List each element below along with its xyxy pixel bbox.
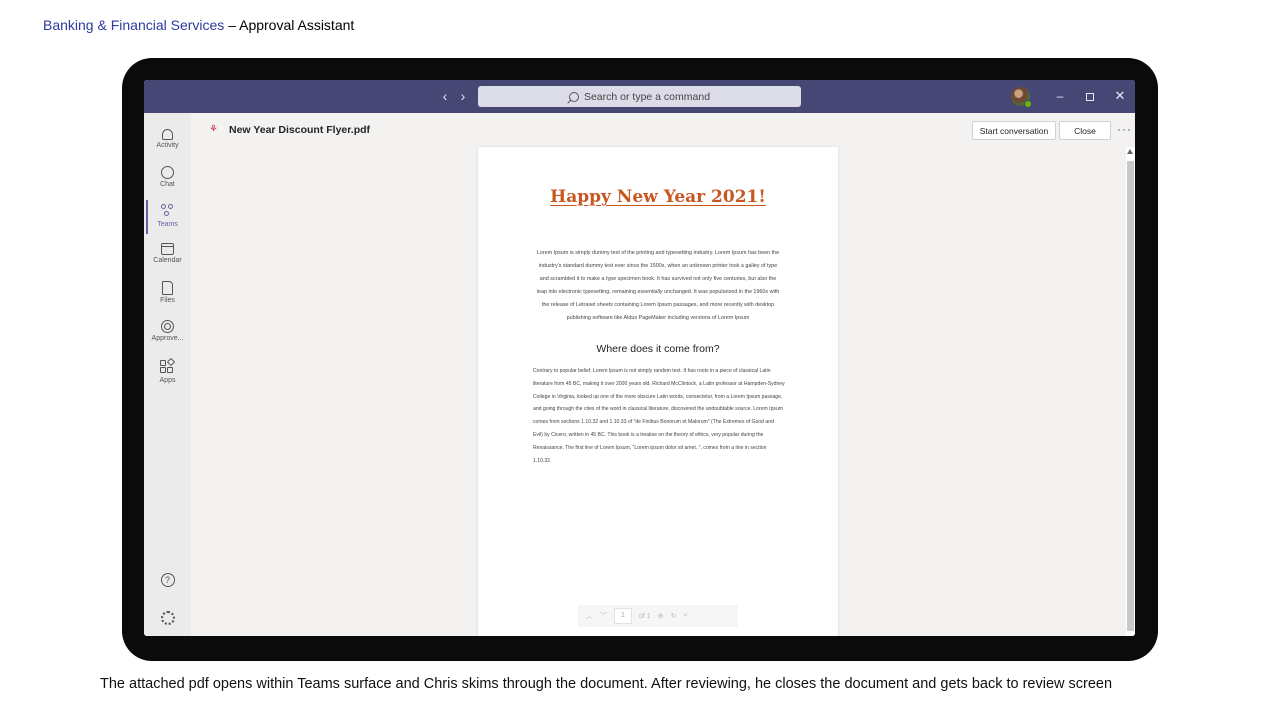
back-arrow-icon[interactable]: ‹	[440, 88, 450, 104]
avatar[interactable]	[1011, 87, 1032, 108]
pdf-heading-2: Where does it come from?	[596, 343, 720, 355]
help-icon: ?	[160, 573, 175, 587]
page-number-input[interactable]: 1	[614, 608, 632, 624]
forward-arrow-icon[interactable]: ›	[458, 88, 468, 104]
rail-item-files[interactable]: Files	[144, 275, 191, 313]
pdf-paragraph-2: Contrary to popular belief, Lorem Ipsum …	[533, 368, 785, 464]
slide-caption: The attached pdf opens within Teams surf…	[100, 676, 1113, 692]
page-total: of 1	[639, 612, 651, 620]
search-input[interactable]: Search or type a command	[478, 86, 801, 107]
close-button[interactable]: Close	[1059, 121, 1111, 140]
chat-icon	[161, 166, 174, 179]
presence-status-icon	[1024, 100, 1032, 108]
start-conversation-button[interactable]: Start conversation	[972, 121, 1056, 140]
pdf-paragraph-1: Lorem Ipsum is simply dummy text of the …	[536, 250, 780, 321]
maximize-button[interactable]	[1083, 88, 1097, 104]
settings-button[interactable]	[144, 605, 191, 636]
calendar-icon	[161, 243, 174, 255]
file-icon	[162, 281, 173, 295]
history-nav: ‹ ›	[440, 88, 468, 104]
rail-item-approvals[interactable]: Approve...	[144, 314, 191, 352]
search-placeholder: Search or type a command	[583, 90, 711, 103]
teams-window: ‹ › Search or type a command – ✕ Activit…	[144, 80, 1135, 636]
rail-item-label: Apps	[159, 377, 176, 384]
pdf-page-toolbar: ︿ ﹀ 1 of 1 ⊕ ↻ ⌕	[578, 605, 738, 627]
app-rail: Activity Chat Teams Calendar Files Appro…	[144, 113, 191, 636]
slide-title-rest: – Approval Assistant	[224, 17, 355, 33]
help-button[interactable]: ?	[144, 567, 191, 605]
rail-item-chat[interactable]: Chat	[144, 160, 191, 198]
teams-icon	[160, 204, 175, 219]
rail-item-apps[interactable]: Apps	[144, 354, 191, 392]
file-name: New Year Discount Flyer.pdf	[229, 124, 371, 136]
rail-item-label: Calendar	[153, 257, 182, 264]
scroll-up-icon[interactable]	[1127, 149, 1133, 154]
window-close-button[interactable]: ✕	[1113, 88, 1127, 104]
pdf-page: Happy New Year 2021! Lorem Ipsum is simp…	[478, 147, 838, 636]
search-icon	[568, 91, 579, 102]
vertical-scrollbar[interactable]	[1126, 147, 1135, 636]
rail-item-calendar[interactable]: Calendar	[144, 237, 191, 275]
teams-titlebar: ‹ › Search or type a command – ✕	[144, 80, 1135, 113]
slide-title: Banking & Financial Services – Approval …	[43, 17, 354, 33]
zoom-icon[interactable]: ⊕	[658, 612, 664, 620]
page-up-icon[interactable]: ︿	[586, 611, 593, 621]
file-header: ⚘ New Year Discount Flyer.pdf Start conv…	[191, 113, 1135, 147]
apps-icon	[160, 357, 176, 375]
rail-item-activity[interactable]: Activity	[144, 121, 191, 159]
find-icon[interactable]: ⌕	[683, 612, 687, 620]
pdf-viewer[interactable]: Happy New Year 2021! Lorem Ipsum is simp…	[191, 147, 1135, 636]
rail-item-teams[interactable]: Teams	[144, 198, 191, 236]
slide-title-accent: Banking & Financial Services	[43, 17, 225, 33]
slide: Banking & Financial Services – Approval …	[0, 0, 1280, 720]
rail-item-label: Approve...	[151, 335, 184, 342]
rail-item-label: Activity	[156, 142, 179, 149]
rail-item-label: Chat	[160, 181, 175, 188]
minimize-button[interactable]: –	[1053, 88, 1067, 104]
bell-icon	[162, 129, 173, 140]
page-down-icon[interactable]: ﹀	[600, 611, 607, 621]
rail-item-label: Files	[160, 297, 175, 304]
pdf-file-icon: ⚘	[209, 124, 218, 135]
scrollbar-thumb[interactable]	[1127, 161, 1134, 631]
more-options-icon[interactable]: ···	[1117, 122, 1132, 136]
rotate-icon[interactable]: ↻	[671, 612, 677, 620]
tablet-frame: ‹ › Search or type a command – ✕ Activit…	[122, 58, 1158, 661]
flyer-title: Happy New Year 2021!	[550, 187, 766, 207]
rail-item-label: Teams	[157, 221, 178, 228]
gear-icon	[160, 611, 175, 625]
approvals-icon	[161, 320, 174, 333]
maximize-icon	[1086, 92, 1094, 101]
